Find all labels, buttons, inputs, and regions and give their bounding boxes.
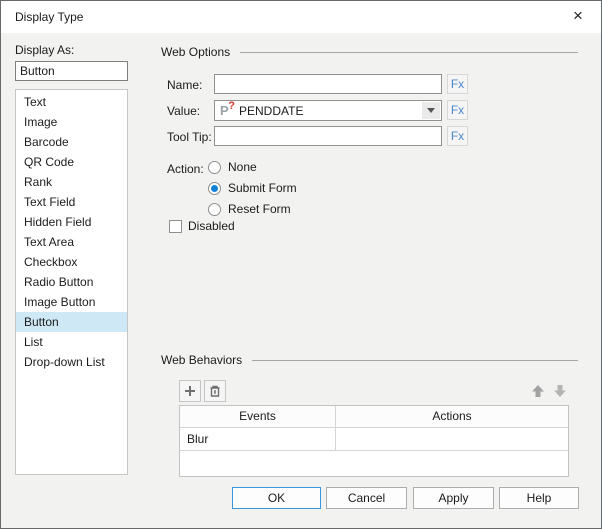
- web-behaviors-divider: [252, 360, 578, 361]
- list-item-hidden-field[interactable]: Hidden Field: [16, 212, 127, 232]
- name-label: Name:: [167, 78, 203, 92]
- list-item-image-button[interactable]: Image Button: [16, 292, 127, 312]
- close-icon[interactable]: ×: [567, 1, 589, 33]
- display-as-list[interactable]: Text Image Barcode QR Code Rank Text Fie…: [15, 89, 128, 475]
- list-item-text-area[interactable]: Text Area: [16, 232, 127, 252]
- action-cell[interactable]: [336, 428, 568, 450]
- radio-none-circle[interactable]: [208, 160, 221, 174]
- web-options-title: Web Options: [161, 45, 231, 59]
- apply-button[interactable]: Apply: [413, 487, 494, 509]
- web-behaviors-header: Web Behaviors: [161, 353, 578, 367]
- plus-icon: [185, 386, 195, 396]
- list-item-image[interactable]: Image: [16, 112, 127, 132]
- tooltip-label: Tool Tip:: [167, 130, 212, 144]
- value-fx-button[interactable]: Fx: [447, 100, 468, 120]
- value-label: Value:: [167, 104, 201, 118]
- disabled-checkbox[interactable]: [169, 219, 182, 233]
- dialog-title: Display Type: [15, 10, 84, 24]
- actions-column-header: Actions: [432, 409, 472, 423]
- parameter-icon: P?: [220, 99, 235, 118]
- trash-icon: [210, 385, 220, 397]
- web-options-divider: [240, 52, 578, 53]
- tooltip-input[interactable]: [214, 126, 442, 146]
- tooltip-fx-button[interactable]: Fx: [447, 126, 468, 146]
- display-as-label: Display As:: [15, 43, 75, 57]
- behaviors-table: Events Actions Blur: [179, 405, 569, 477]
- radio-none[interactable]: None: [208, 157, 257, 177]
- list-item-text-field[interactable]: Text Field: [16, 192, 127, 212]
- radio-submit-form-label: Submit Form: [228, 181, 297, 195]
- list-item-text[interactable]: Text: [16, 92, 127, 112]
- name-input[interactable]: [214, 74, 442, 94]
- add-behavior-button[interactable]: [179, 380, 201, 402]
- display-type-dialog: Display Type × Display As: Text Image Ba…: [0, 0, 602, 529]
- help-button[interactable]: Help: [499, 487, 579, 509]
- name-fx-button[interactable]: Fx: [447, 74, 468, 94]
- table-row[interactable]: Blur: [180, 428, 568, 451]
- web-behaviors-title: Web Behaviors: [161, 353, 243, 367]
- value-dropdown-text: PENDDATE: [239, 103, 304, 118]
- radio-reset-form-label: Reset Form: [228, 202, 291, 216]
- value-dropdown[interactable]: P? PENDDATE: [214, 100, 442, 121]
- ok-button[interactable]: OK: [232, 487, 321, 509]
- events-column-header: Events: [180, 406, 336, 427]
- move-down-button[interactable]: [550, 380, 570, 402]
- chevron-down-icon[interactable]: [422, 102, 440, 119]
- delete-behavior-button[interactable]: [204, 380, 226, 402]
- display-as-input[interactable]: [15, 61, 128, 81]
- disabled-checkbox-row[interactable]: Disabled: [169, 218, 235, 234]
- list-item-drop-down-list[interactable]: Drop-down List: [16, 352, 127, 372]
- list-item-checkbox[interactable]: Checkbox: [16, 252, 127, 272]
- list-item-rank[interactable]: Rank: [16, 172, 127, 192]
- event-cell[interactable]: Blur: [180, 428, 336, 450]
- cancel-button[interactable]: Cancel: [326, 487, 407, 509]
- title-bar: Display Type ×: [1, 1, 601, 33]
- radio-reset-form-circle[interactable]: [208, 202, 221, 216]
- radio-reset-form[interactable]: Reset Form: [208, 199, 291, 219]
- arrow-up-icon: [532, 385, 544, 397]
- list-item-qr-code[interactable]: QR Code: [16, 152, 127, 172]
- web-options-header: Web Options: [161, 45, 578, 59]
- list-item-barcode[interactable]: Barcode: [16, 132, 127, 152]
- radio-submit-form[interactable]: Submit Form: [208, 178, 297, 198]
- list-item-button-selected[interactable]: Button: [16, 312, 127, 332]
- list-item-radio-button[interactable]: Radio Button: [16, 272, 127, 292]
- disabled-label: Disabled: [188, 219, 235, 233]
- list-item-list[interactable]: List: [16, 332, 127, 352]
- move-up-button[interactable]: [528, 380, 548, 402]
- radio-none-label: None: [228, 160, 257, 174]
- arrow-down-icon: [554, 385, 566, 397]
- radio-submit-form-circle[interactable]: [208, 181, 221, 195]
- behaviors-table-header: Events Actions: [180, 406, 568, 428]
- action-label: Action:: [167, 162, 204, 176]
